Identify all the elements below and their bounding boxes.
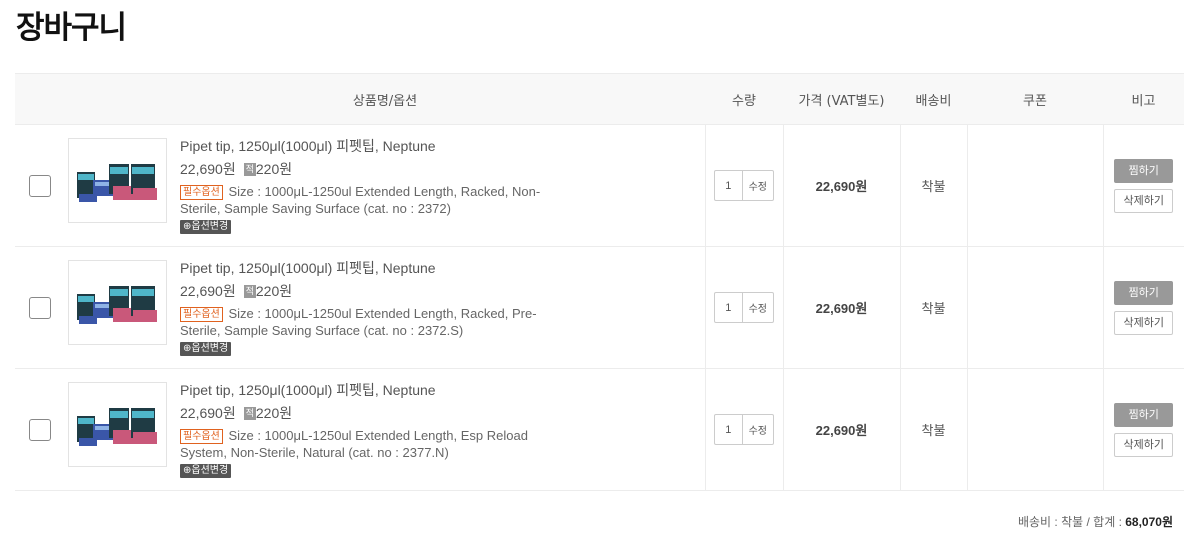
product-points: 220원 <box>255 282 293 299</box>
quantity-stepper: 1 수정 <box>714 292 774 323</box>
cart-item-row: Pipet tip, 1250μl(1000μl) 피펫팁, Neptune 2… <box>15 368 1184 491</box>
quantity-stepper: 1 수정 <box>714 414 774 445</box>
item-checkbox[interactable] <box>29 296 51 319</box>
required-option-badge: 필수옵션 <box>180 428 223 444</box>
shipping-fee: 착불 <box>921 179 946 194</box>
header-product: 상품명/옵션 <box>65 73 705 125</box>
product-thumbnail[interactable] <box>68 259 167 345</box>
product-option: 필수옵션 Size : 1000μL-1250ul Extended Lengt… <box>180 427 560 461</box>
product-price: 22,690원 적 220원 <box>180 403 560 424</box>
header-note: 비고 <box>1103 73 1184 125</box>
cart-item-row: Pipet tip, 1250μl(1000μl) 피펫팁, Neptune 2… <box>15 124 1184 247</box>
option-change-button[interactable]: ⊕옵션변경 <box>180 463 232 478</box>
header-price: 가격 (VAT별도) <box>783 73 900 125</box>
quantity-input[interactable]: 1 <box>715 415 743 444</box>
quantity-edit-button[interactable]: 수정 <box>743 293 773 322</box>
cart-item-row: Pipet tip, 1250μl(1000μl) 피펫팁, Neptune 2… <box>15 246 1184 369</box>
option-change-label: 옵션변경 <box>191 464 229 476</box>
product-unit-price: 22,690원 <box>180 282 236 299</box>
required-option-badge: 필수옵션 <box>180 184 223 200</box>
product-price: 22,690원 적 220원 <box>180 281 560 302</box>
points-badge: 적 <box>243 284 256 298</box>
product-unit-price: 22,690원 <box>180 160 236 177</box>
option-change-button[interactable]: ⊕옵션변경 <box>180 341 232 356</box>
option-text: Size : 1000μL-1250ul Extended Length, Es… <box>180 427 528 460</box>
coupon-cell <box>966 246 1103 369</box>
option-change-button[interactable]: ⊕옵션변경 <box>180 219 232 234</box>
product-name[interactable]: Pipet tip, 1250μl(1000μl) 피펫팁, Neptune <box>180 258 560 279</box>
cart-summary: 배송비 : 착불 / 합계 : 68,070원 <box>1018 513 1173 530</box>
wishlist-button[interactable]: 찜하기 <box>1114 280 1174 305</box>
page-title: 장바구니 <box>16 10 127 46</box>
wishlist-button[interactable]: 찜하기 <box>1114 402 1174 427</box>
quantity-edit-button[interactable]: 수정 <box>743 171 773 200</box>
product-name[interactable]: Pipet tip, 1250μl(1000μl) 피펫팁, Neptune <box>180 380 560 401</box>
delete-button[interactable]: 삭제하기 <box>1114 310 1174 335</box>
product-thumbnail[interactable] <box>68 137 167 223</box>
quantity-stepper: 1 수정 <box>714 170 774 201</box>
pipet-tip-boxes-image <box>76 164 157 202</box>
quantity-input[interactable]: 1 <box>715 293 743 322</box>
summary-shipping-label: 배송비 : 착불 / 합계 : <box>1017 515 1122 529</box>
delete-button[interactable]: 삭제하기 <box>1114 188 1174 213</box>
product-option: 필수옵션 Size : 1000μL-1250ul Extended Lengt… <box>180 183 560 217</box>
header-quantity: 수량 <box>705 73 783 125</box>
item-checkbox[interactable] <box>29 174 51 197</box>
pipet-tip-boxes-image <box>76 408 157 446</box>
cart-table: 상품명/옵션 수량 가격 (VAT별도) 배송비 쿠폰 비고 Pipet tip… <box>15 73 1184 491</box>
quantity-input[interactable]: 1 <box>715 171 743 200</box>
line-price: 22,690원 <box>815 301 868 316</box>
product-option: 필수옵션 Size : 1000μL-1250ul Extended Lengt… <box>180 305 560 339</box>
line-price: 22,690원 <box>815 423 868 438</box>
table-header-row: 상품명/옵션 수량 가격 (VAT별도) 배송비 쿠폰 비고 <box>15 73 1184 125</box>
required-option-badge: 필수옵션 <box>180 306 223 322</box>
coupon-cell <box>966 368 1103 491</box>
shipping-fee: 착불 <box>921 301 946 316</box>
line-price: 22,690원 <box>815 179 868 194</box>
wishlist-button[interactable]: 찜하기 <box>1114 158 1174 183</box>
coupon-cell <box>966 124 1103 247</box>
points-badge: 적 <box>243 406 256 420</box>
option-change-label: 옵션변경 <box>191 220 229 232</box>
summary-total: 68,070원 <box>1125 515 1173 529</box>
points-badge: 적 <box>243 162 256 176</box>
option-text: Size : 1000μL-1250ul Extended Length, Ra… <box>180 183 541 216</box>
product-unit-price: 22,690원 <box>180 404 236 421</box>
product-price: 22,690원 적 220원 <box>180 159 560 180</box>
option-change-label: 옵션변경 <box>191 342 229 354</box>
shipping-fee: 착불 <box>921 423 946 438</box>
header-shipping: 배송비 <box>900 73 967 125</box>
pipet-tip-boxes-image <box>76 286 157 324</box>
product-points: 220원 <box>255 404 293 421</box>
header-checkbox-col <box>15 73 65 125</box>
product-points: 220원 <box>255 160 293 177</box>
quantity-edit-button[interactable]: 수정 <box>743 415 773 444</box>
product-thumbnail[interactable] <box>68 381 167 467</box>
product-name[interactable]: Pipet tip, 1250μl(1000μl) 피펫팁, Neptune <box>180 136 560 157</box>
delete-button[interactable]: 삭제하기 <box>1114 432 1174 457</box>
header-coupon: 쿠폰 <box>967 73 1103 125</box>
option-text: Size : 1000μL-1250ul Extended Length, Ra… <box>180 305 537 338</box>
item-checkbox[interactable] <box>29 418 51 441</box>
